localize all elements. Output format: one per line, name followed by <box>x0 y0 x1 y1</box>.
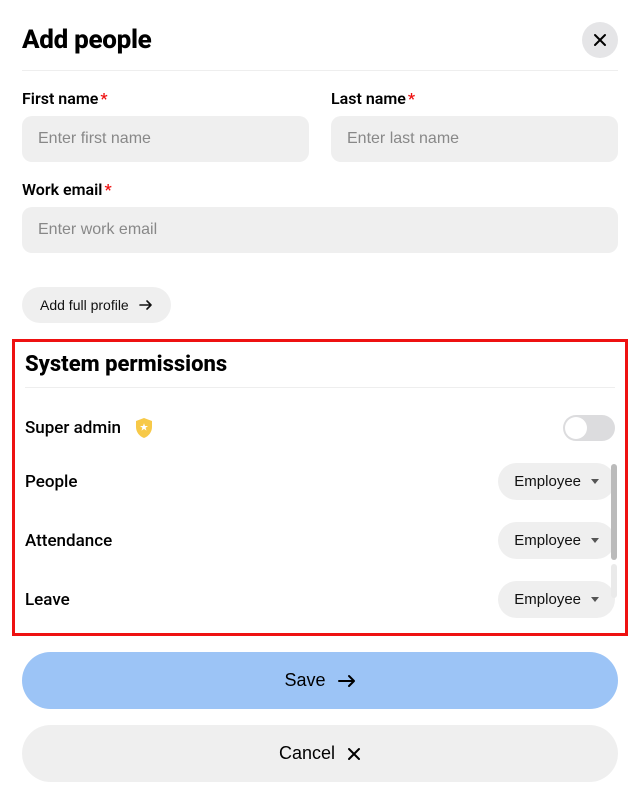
work-email-label: Work email* <box>22 180 618 199</box>
divider <box>22 70 618 71</box>
arrow-right-icon <box>338 674 356 688</box>
permission-label-attendance: Attendance <box>25 531 112 551</box>
work-email-label-text: Work email <box>22 180 102 199</box>
system-permissions-section: System permissions Super admin People <box>12 339 628 636</box>
required-asterisk: * <box>104 180 111 199</box>
permission-label-people: People <box>25 472 78 492</box>
people-role-value: Employee <box>514 473 581 490</box>
page-title: Add people <box>22 25 151 55</box>
first-name-label: First name* <box>22 89 309 108</box>
save-button-label: Save <box>284 670 325 691</box>
arrow-right-icon <box>139 299 153 311</box>
cancel-button[interactable]: Cancel <box>22 725 618 782</box>
attendance-role-select[interactable]: Employee <box>498 522 615 559</box>
toggle-knob <box>565 417 587 439</box>
super-admin-label: Super admin <box>25 418 121 438</box>
scrollbar-track <box>611 564 617 598</box>
chevron-down-icon <box>591 538 599 543</box>
system-permissions-heading: System permissions <box>25 352 615 377</box>
chevron-down-icon <box>591 597 599 602</box>
close-icon <box>593 33 607 47</box>
last-name-input[interactable] <box>331 116 618 162</box>
leave-role-select[interactable]: Employee <box>498 581 615 618</box>
last-name-label: Last name* <box>331 89 618 108</box>
cancel-button-label: Cancel <box>279 743 335 764</box>
first-name-input[interactable] <box>22 116 309 162</box>
close-icon <box>347 747 361 761</box>
scrollbar-thumb[interactable] <box>611 464 617 560</box>
people-role-select[interactable]: Employee <box>498 463 615 500</box>
add-full-profile-button[interactable]: Add full profile <box>22 287 171 323</box>
permission-label-leave: Leave <box>25 590 70 610</box>
leave-role-value: Employee <box>514 591 581 608</box>
work-email-input[interactable] <box>22 207 618 253</box>
divider <box>25 387 615 388</box>
first-name-label-text: First name <box>22 89 98 108</box>
shield-icon <box>135 418 153 438</box>
chevron-down-icon <box>591 479 599 484</box>
close-button[interactable] <box>582 22 618 58</box>
save-button[interactable]: Save <box>22 652 618 709</box>
super-admin-toggle[interactable] <box>563 415 615 441</box>
add-full-profile-label: Add full profile <box>40 297 129 313</box>
last-name-label-text: Last name <box>331 89 406 108</box>
attendance-role-value: Employee <box>514 532 581 549</box>
required-asterisk: * <box>100 89 107 108</box>
required-asterisk: * <box>408 89 415 108</box>
